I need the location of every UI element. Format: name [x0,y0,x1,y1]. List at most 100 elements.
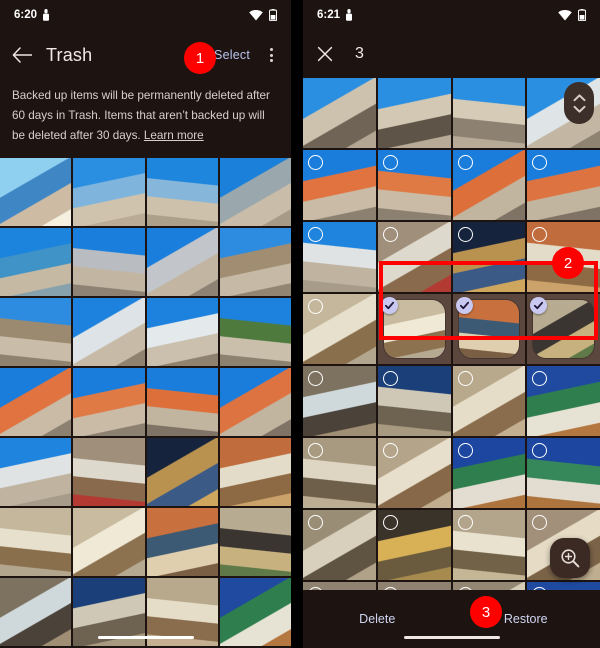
photo-thumbnail [219,228,291,296]
select-circle-icon[interactable] [308,371,323,386]
photo-tile[interactable] [73,298,145,366]
more-vert-icon[interactable] [264,44,279,66]
photo-tile[interactable] [146,508,218,576]
arrow-back-icon[interactable] [12,47,33,63]
photo-tile[interactable] [219,368,291,436]
photo-tile[interactable] [452,366,526,436]
photo-tile[interactable] [303,294,376,364]
status-bar-left: 6:20 [14,9,50,21]
photo-tile[interactable] [146,438,218,506]
photo-tile[interactable] [452,294,526,364]
photo-thumbnail [73,508,145,576]
select-circle-icon[interactable] [382,155,398,170]
annotation-badge-3: 3 [470,596,502,628]
left-phone-screen: 6:20 Trash Select Backed up items will b… [0,0,291,648]
select-circle-icon[interactable] [308,299,323,314]
photo-tile[interactable] [0,508,72,576]
selection-app-bar: 3 [303,30,600,78]
photo-tile[interactable] [452,438,526,508]
photo-tile[interactable] [527,294,600,364]
select-circle-icon[interactable] [457,371,473,386]
photo-tile[interactable] [219,158,291,226]
photo-tile[interactable] [303,366,376,436]
photo-tile[interactable] [73,228,145,296]
photo-tile[interactable] [219,578,291,646]
selected-check-icon[interactable] [380,297,398,314]
photo-thumbnail [0,298,72,366]
photo-tile[interactable] [219,438,291,506]
selected-check-icon[interactable] [455,297,473,314]
photo-tile[interactable] [303,78,376,148]
status-time: 6:21 [317,9,341,21]
photo-tile[interactable] [219,298,291,366]
photo-tile[interactable] [146,228,218,296]
status-bar-left: 6:21 [317,9,353,21]
zoom-in-fab[interactable] [550,538,590,578]
photo-tile[interactable] [527,150,600,220]
photo-thumbnail [219,438,291,506]
screenshot-stage: 6:20 Trash Select Backed up items will b… [0,0,600,648]
photo-tile[interactable] [303,222,376,292]
select-circle-icon[interactable] [382,227,398,242]
photo-tile[interactable] [73,438,145,506]
portrait-lock-icon [345,9,353,21]
select-circle-icon[interactable] [382,371,398,386]
select-circle-icon[interactable] [382,443,398,458]
select-circle-icon[interactable] [308,227,323,242]
photo-thumbnail [0,228,72,296]
photo-tile[interactable] [146,158,218,226]
learn-more-link[interactable]: Learn more [144,129,204,142]
photo-thumbnail [219,298,291,366]
photo-tile[interactable] [219,228,291,296]
photo-tile[interactable] [303,510,376,580]
select-circle-icon[interactable] [308,155,323,170]
gesture-bar [403,635,500,639]
photo-tile[interactable] [527,366,600,436]
select-circle-icon[interactable] [308,443,323,458]
photo-tile[interactable] [0,298,72,366]
select-circle-icon[interactable] [457,155,473,170]
select-circle-icon[interactable] [457,227,473,242]
status-bar-right [249,9,278,22]
photo-tile[interactable] [452,222,526,292]
photo-tile[interactable] [303,438,376,508]
photo-tile[interactable] [0,578,72,646]
photo-tile[interactable] [377,510,451,580]
photo-tile[interactable] [0,158,72,226]
photo-tile[interactable] [452,510,526,580]
photo-tile[interactable] [0,438,72,506]
select-circle-icon[interactable] [457,443,473,458]
photo-thumbnail [146,368,218,436]
photo-tile[interactable] [303,150,376,220]
photo-tile[interactable] [377,78,451,148]
select-button[interactable]: Select [214,48,250,62]
photo-tile[interactable] [146,368,218,436]
select-circle-icon[interactable] [382,515,398,530]
photo-tile[interactable] [377,294,451,364]
trash-photo-grid[interactable] [0,158,291,646]
photo-tile[interactable] [0,368,72,436]
photo-tile[interactable] [0,228,72,296]
photo-tile[interactable] [73,508,145,576]
photo-thumbnail [377,78,451,148]
select-circle-icon[interactable] [457,515,473,530]
photo-tile[interactable] [452,78,526,148]
photo-thumbnail [219,508,291,576]
restore-button[interactable]: Restore [504,612,548,626]
photo-tile[interactable] [377,222,451,292]
trash-retention-banner: Backed up items will be permanently dele… [0,80,291,158]
scroll-thumb[interactable] [564,82,594,124]
close-icon[interactable] [317,46,333,62]
photo-tile[interactable] [219,508,291,576]
photo-tile[interactable] [377,150,451,220]
photo-thumbnail [73,298,145,366]
photo-tile[interactable] [73,158,145,226]
select-circle-icon[interactable] [308,515,323,530]
photo-tile[interactable] [377,366,451,436]
delete-button[interactable]: Delete [359,612,395,626]
photo-tile[interactable] [452,150,526,220]
photo-tile[interactable] [527,438,600,508]
photo-tile[interactable] [146,298,218,366]
photo-tile[interactable] [73,368,145,436]
photo-tile[interactable] [377,438,451,508]
